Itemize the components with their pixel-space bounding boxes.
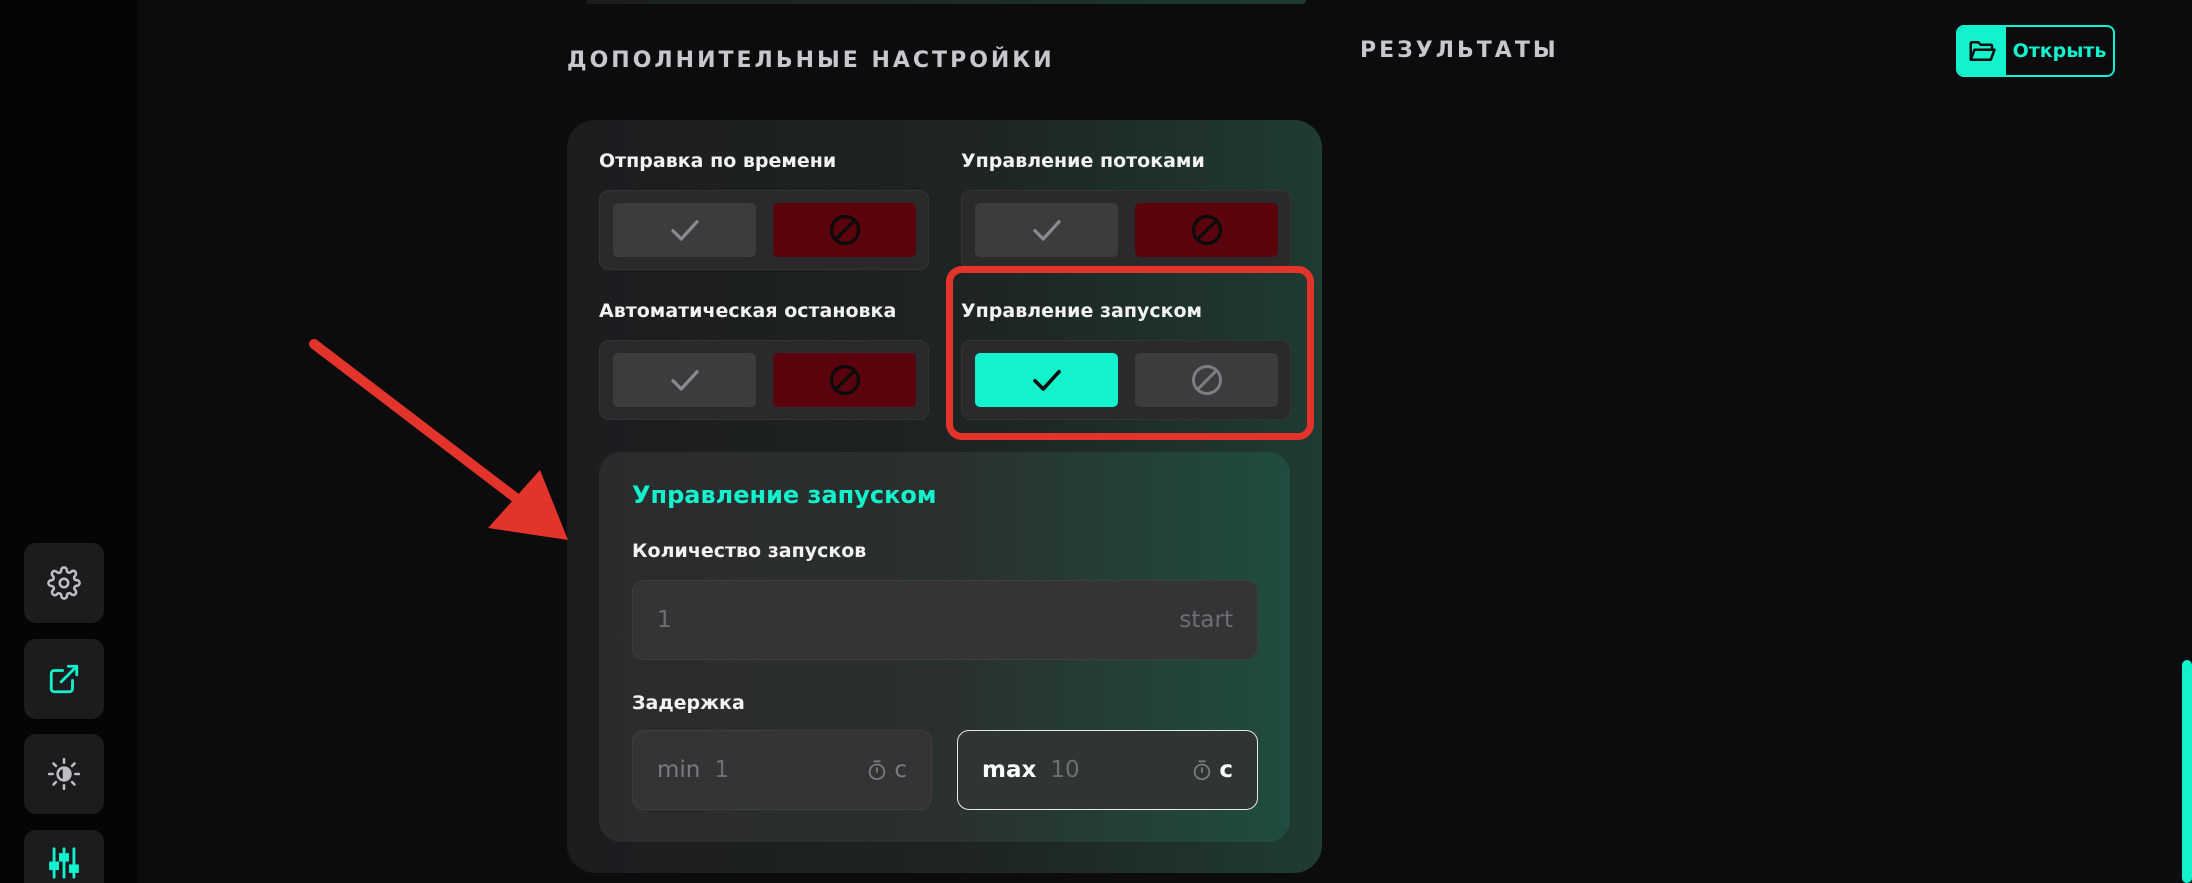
launch-count-label: Количество запусков	[632, 540, 867, 562]
disable-button[interactable]	[1135, 203, 1278, 257]
enable-button[interactable]	[975, 203, 1118, 257]
annotation-highlight-box	[946, 266, 1314, 440]
ban-icon	[1191, 214, 1222, 246]
theme-toggle-button[interactable]	[24, 734, 104, 814]
delay-min-prefix: min	[657, 757, 701, 783]
ban-icon	[829, 364, 860, 396]
delay-max-value: 10	[1050, 757, 1080, 783]
folder-open-icon	[1958, 27, 2006, 75]
open-results-label: Открыть	[2012, 40, 2107, 62]
ban-icon	[829, 214, 860, 246]
delay-min-value: 1	[714, 757, 730, 783]
external-link-icon	[49, 664, 79, 694]
toggle-timed-send	[599, 190, 929, 270]
sliders-button[interactable]	[24, 830, 104, 883]
launch-count-input[interactable]: 1 start	[632, 580, 1258, 660]
launch-count-value: 1	[657, 607, 672, 633]
disable-button[interactable]	[773, 353, 916, 407]
enable-button[interactable]	[613, 203, 756, 257]
delay-max-input[interactable]: max 10 с	[957, 730, 1258, 810]
gear-icon	[47, 566, 81, 600]
stopwatch-icon	[869, 760, 886, 781]
toggle-auto-stop	[599, 340, 929, 420]
delay-min-input[interactable]: min 1 с	[632, 730, 932, 810]
delay-min-unit-label: с	[894, 757, 907, 783]
option-label-timed-send: Отправка по времени	[599, 150, 837, 172]
sliders-icon	[49, 847, 79, 879]
scrollbar-thumb[interactable]	[2182, 660, 2192, 883]
previous-card-edge	[586, 0, 1306, 4]
toggle-thread-control	[961, 190, 1291, 270]
theme-icon	[47, 757, 81, 791]
disable-button[interactable]	[773, 203, 916, 257]
delay-max-unit-label: с	[1219, 757, 1233, 783]
delay-max-unit: с	[1191, 757, 1233, 783]
stopwatch-icon	[1194, 760, 1211, 781]
sidebar	[0, 0, 137, 883]
option-label-auto-stop: Автоматическая остановка	[599, 300, 897, 322]
delay-min-unit: с	[866, 757, 907, 783]
section-title: ДОПОЛНИТЕЛЬНЫЕ НАСТРОЙКИ	[567, 48, 1055, 73]
delay-max-prefix: max	[982, 757, 1037, 783]
check-icon	[1032, 220, 1061, 241]
delay-label: Задержка	[632, 692, 745, 714]
check-icon	[670, 220, 699, 241]
check-icon	[670, 370, 699, 391]
results-title: РЕЗУЛЬТАТЫ	[1360, 38, 1559, 63]
settings-button[interactable]	[24, 543, 104, 623]
option-label-thread-control: Управление потоками	[961, 150, 1205, 172]
launch-control-title: Управление запуском	[632, 481, 937, 509]
external-link-button[interactable]	[24, 639, 104, 719]
launch-count-suffix: start	[1179, 607, 1233, 633]
annotation-arrow-icon	[309, 339, 568, 540]
open-results-button[interactable]: Открыть	[1956, 25, 2115, 77]
enable-button[interactable]	[613, 353, 756, 407]
